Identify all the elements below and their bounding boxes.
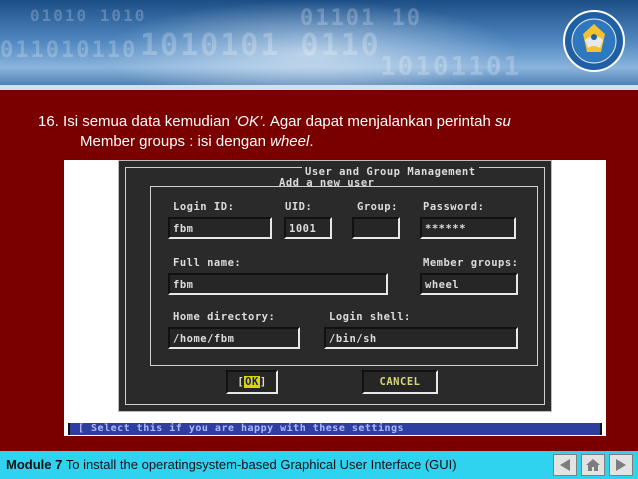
user-form: Login ID: UID: Group: Password: fbm 1001… [150, 186, 538, 366]
ok-button[interactable]: [OK] [226, 370, 278, 394]
ok-button-label: OK [244, 376, 260, 388]
footer-text: Module 7 To install the operatingsystem-… [6, 457, 457, 472]
instruction-ok-word: ‘OK’. [233, 113, 267, 130]
password-field[interactable]: ****** [420, 217, 516, 239]
password-label: Password: [423, 201, 485, 213]
cancel-button[interactable]: CANCEL [362, 370, 438, 394]
instruction-text-part: Member groups : isi dengan [80, 133, 271, 150]
group-label: Group: [357, 201, 398, 213]
user-group-dialog: User and Group Management Add a new user… [118, 160, 552, 412]
uid-label: UID: [285, 201, 313, 213]
instruction-text-part: Agar dapat menjalankan perintah [266, 113, 495, 130]
uid-field[interactable]: 1001 [284, 217, 332, 239]
instruction-wheel-word: wheel [270, 133, 310, 150]
footer-bar: Module 7 To install the operatingsystem-… [0, 451, 638, 479]
header-banner: 01010 1010 011010110 1010101 0110 01101 … [0, 0, 638, 90]
slide: 01010 1010 011010110 1010101 0110 01101 … [0, 0, 638, 479]
login-shell-label: Login shell: [329, 311, 411, 323]
instruction-su-word: su [494, 113, 511, 130]
home-slide-button[interactable] [581, 454, 605, 476]
arrow-left-icon [560, 459, 570, 471]
status-text: [ Select this if you are happy with thes… [78, 423, 405, 434]
instruction-text: 16. Isi semua data kemudian ‘OK’. Agar d… [38, 112, 628, 152]
instruction-text-part: Isi semua data kemudian [63, 113, 234, 130]
full-name-field[interactable]: fbm [168, 273, 388, 295]
home-directory-label: Home directory: [173, 311, 276, 323]
instruction-text-part: . [309, 133, 314, 150]
full-name-label: Full name: [173, 257, 242, 269]
module-label: Module 7 [6, 457, 63, 472]
login-id-field[interactable]: fbm [168, 217, 272, 239]
prev-slide-button[interactable] [553, 454, 577, 476]
login-id-label: Login ID: [173, 201, 235, 213]
member-groups-label: Member groups: [423, 257, 519, 269]
login-shell-field[interactable]: /bin/sh [324, 327, 518, 349]
instruction-number: 16. [38, 113, 59, 130]
member-groups-field[interactable]: wheel [420, 273, 518, 295]
home-icon [586, 459, 600, 471]
status-bar: [ Select this if you are happy with thes… [68, 423, 602, 435]
terminal-screenshot: User and Group Management Add a new user… [64, 160, 606, 436]
home-directory-field[interactable]: /home/fbm [168, 327, 300, 349]
group-field[interactable] [352, 217, 400, 239]
module-description: To install the operatingsystem-based Gra… [62, 457, 457, 472]
ok-bracket-close: ] [259, 376, 267, 388]
arrow-right-icon [616, 459, 626, 471]
next-slide-button[interactable] [609, 454, 633, 476]
ministry-emblem-icon [563, 10, 625, 72]
